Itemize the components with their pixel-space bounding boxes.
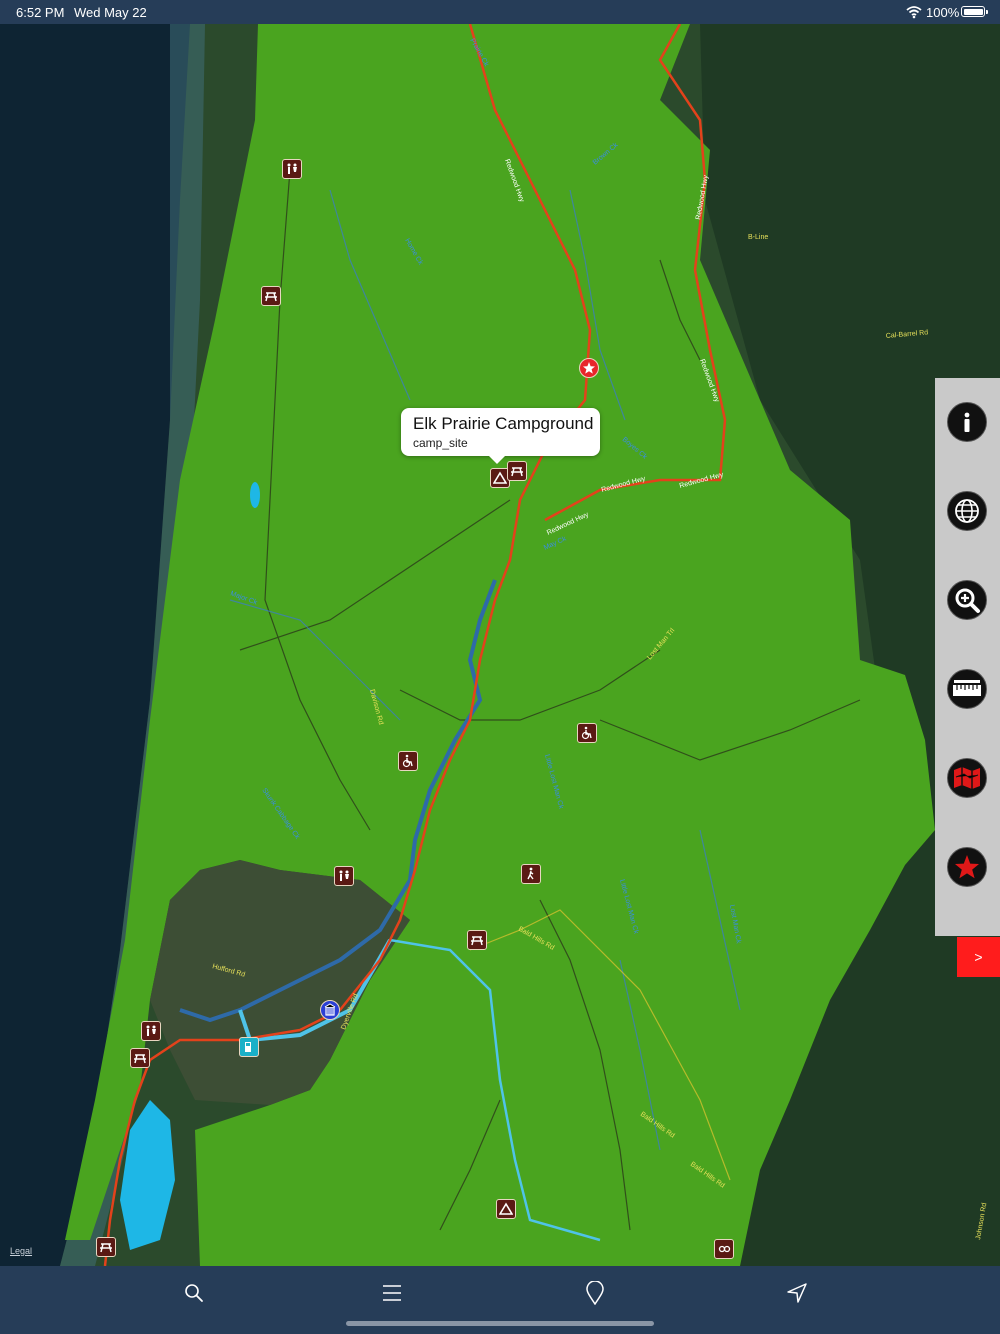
fuel-icon[interactable] — [239, 1037, 259, 1057]
ruler-button[interactable] — [947, 669, 987, 709]
map-layers-icon — [954, 767, 980, 789]
road-label: B-Line — [748, 234, 768, 241]
restroom-icon[interactable] — [282, 159, 302, 179]
menu-icon — [383, 1285, 401, 1301]
status-date: Wed May 22 — [74, 5, 147, 20]
legal-link[interactable]: Legal — [10, 1246, 32, 1256]
callout-subtitle: camp_site — [413, 436, 468, 450]
wifi-icon — [906, 6, 922, 19]
status-time: 6:52 PM — [16, 5, 65, 20]
search-icon — [185, 1284, 203, 1302]
accessible-icon[interactable] — [398, 751, 418, 771]
battery-percent: 100% — [926, 5, 960, 20]
info-button[interactable] — [947, 402, 987, 442]
picnic-icon[interactable] — [467, 930, 487, 950]
map-layers-button[interactable] — [947, 758, 987, 798]
picnic-icon[interactable] — [507, 461, 527, 481]
menu-button[interactable] — [377, 1278, 407, 1308]
map-view[interactable]: Redwood Hwy Redwood Hwy Redwood Hwy Redw… — [0, 24, 1000, 1266]
favorites-star-icon — [955, 855, 979, 879]
callout-title: Elk Prairie Campground — [413, 414, 594, 433]
favorites-button[interactable] — [947, 847, 987, 887]
restroom-icon[interactable] — [141, 1021, 161, 1041]
pin-icon — [586, 1281, 604, 1305]
visitor-center-icon[interactable] — [320, 1000, 340, 1020]
picnic-icon[interactable] — [261, 286, 281, 306]
campground-icon[interactable] — [496, 1199, 516, 1219]
globe-icon — [955, 499, 979, 523]
status-bar: 6:52 PM Wed May 22 100% — [0, 0, 1000, 24]
viewpoint-icon[interactable] — [714, 1239, 734, 1259]
battery-level — [963, 8, 983, 15]
poi-callout[interactable]: Elk Prairie Campground camp_site — [401, 408, 600, 464]
expand-panel-button[interactable]: > — [957, 937, 1000, 977]
accessible-icon[interactable] — [577, 723, 597, 743]
zoom-button[interactable] — [947, 580, 987, 620]
picnic-icon[interactable] — [96, 1237, 116, 1257]
zoom-in-icon — [955, 588, 980, 613]
trailhead-icon[interactable] — [521, 864, 541, 884]
location-button[interactable] — [782, 1278, 812, 1308]
location-arrow-icon — [787, 1283, 807, 1303]
search-button[interactable] — [179, 1278, 209, 1308]
side-panel — [935, 378, 1000, 936]
home-indicator[interactable] — [346, 1321, 654, 1326]
pond — [250, 482, 260, 508]
globe-button[interactable] — [947, 491, 987, 531]
picnic-icon[interactable] — [130, 1048, 150, 1068]
info-icon — [964, 412, 970, 432]
map-canvas[interactable]: Redwood Hwy Redwood Hwy Redwood Hwy Redw… — [0, 24, 1000, 1266]
restroom-icon[interactable] — [334, 866, 354, 886]
ruler-icon — [953, 680, 981, 696]
ranger-station-icon[interactable] — [579, 358, 599, 378]
pin-button[interactable] — [580, 1278, 610, 1308]
battery-icon — [961, 6, 988, 17]
